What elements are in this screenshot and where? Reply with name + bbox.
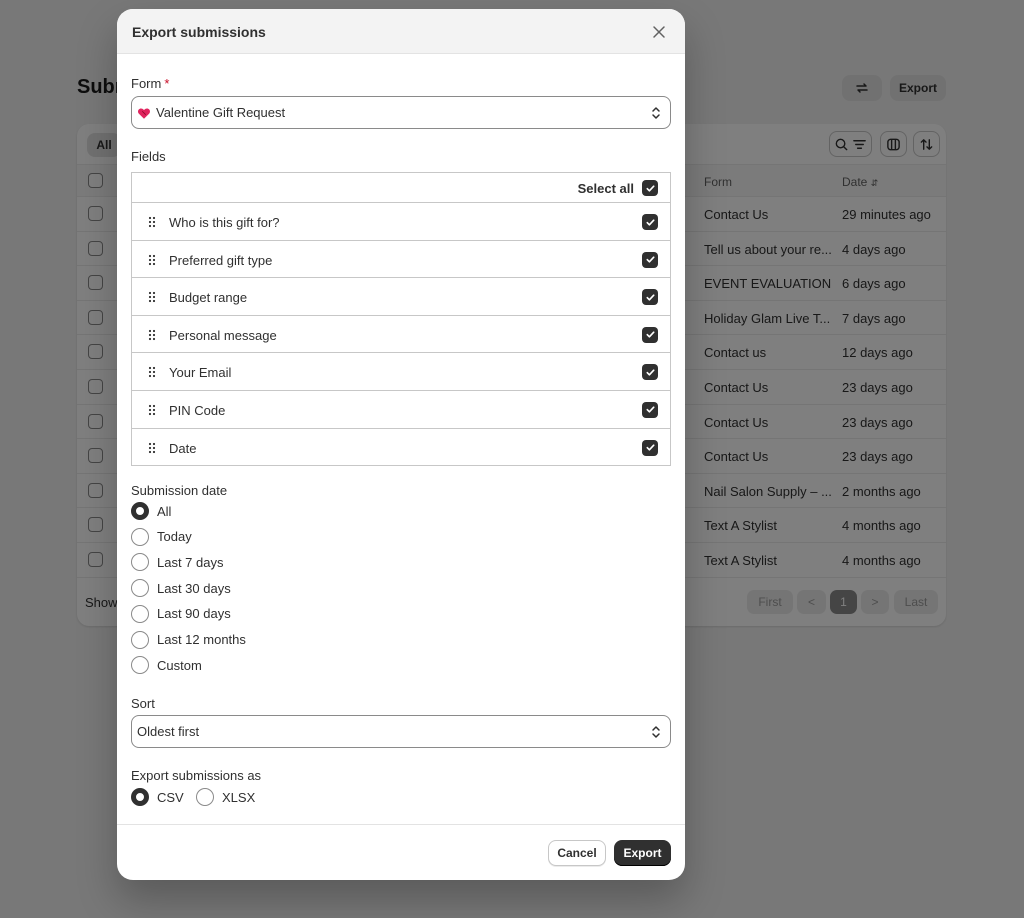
radio-button[interactable] xyxy=(131,656,149,675)
form-label-text: Form xyxy=(131,76,162,91)
select-chevron-icon xyxy=(652,107,660,119)
radio-label: XLSX xyxy=(222,789,256,805)
date-option-last-30-days[interactable]: Last 30 days xyxy=(131,579,231,598)
required-mark: * xyxy=(164,76,170,91)
field-checkbox[interactable] xyxy=(642,439,658,456)
drag-handle-icon[interactable] xyxy=(148,404,156,416)
field-label: PIN Code xyxy=(169,402,226,418)
date-option-last-12-months[interactable]: Last 12 months xyxy=(131,630,246,649)
field-row: Date xyxy=(132,429,670,467)
checkmark-icon xyxy=(645,218,655,226)
radio-label: Custom xyxy=(157,657,202,673)
date-option-today[interactable]: Today xyxy=(131,527,192,546)
sort-select-value: Oldest first xyxy=(137,724,200,739)
fields-label: Fields xyxy=(131,149,166,164)
checkmark-icon xyxy=(645,256,655,263)
field-checkbox[interactable] xyxy=(642,289,658,306)
checkmark-icon xyxy=(645,444,655,451)
modal-header: Export submissions xyxy=(117,9,685,54)
field-checkbox[interactable] xyxy=(642,214,658,230)
format-option-xlsx[interactable]: XLSX xyxy=(196,788,255,806)
export-button[interactable]: Export xyxy=(614,840,671,866)
field-row: Your Email xyxy=(132,353,670,391)
field-checkbox[interactable] xyxy=(642,364,658,381)
radio-label: CSV xyxy=(157,789,184,805)
field-checkbox[interactable] xyxy=(642,326,658,343)
radio-label: Last 12 months xyxy=(157,632,246,647)
field-checkbox[interactable] xyxy=(642,251,658,268)
field-row: Personal message xyxy=(132,316,670,354)
modal-footer: Cancel Export xyxy=(117,824,685,880)
select-all-label: Select all xyxy=(577,181,634,196)
radio-button[interactable] xyxy=(131,502,149,520)
radio-label: Last 30 days xyxy=(157,580,231,596)
checkmark-icon xyxy=(645,294,655,301)
export-as-label: Export submissions as xyxy=(131,768,262,783)
drag-handle-icon[interactable] xyxy=(148,254,156,266)
radio-button[interactable] xyxy=(196,788,214,806)
drag-handle-icon[interactable] xyxy=(148,442,156,454)
sort-select[interactable]: Oldest first xyxy=(131,715,671,748)
form-select-value: Valentine Gift Request xyxy=(156,105,286,120)
cancel-button[interactable]: Cancel xyxy=(548,840,606,866)
checkmark-icon xyxy=(645,406,655,414)
fields-list-header: Select all xyxy=(132,173,670,203)
drag-handle-icon[interactable] xyxy=(148,291,156,303)
checkmark-icon xyxy=(645,184,655,192)
field-row: Budget range xyxy=(132,278,670,316)
date-option-last-7-days[interactable]: Last 7 days xyxy=(131,553,224,572)
field-row: PIN Code xyxy=(132,391,670,429)
field-row: Preferred gift type xyxy=(132,241,670,279)
field-label: Personal message xyxy=(169,327,277,343)
date-option-last-90-days[interactable]: Last 90 days xyxy=(131,604,231,623)
date-option-all[interactable]: All xyxy=(131,502,171,520)
radio-button[interactable] xyxy=(131,527,149,546)
radio-button[interactable] xyxy=(131,630,149,649)
submission-date-label: Submission date xyxy=(131,483,228,498)
format-option-csv[interactable]: CSV xyxy=(131,788,184,806)
sort-label: Sort xyxy=(131,696,155,711)
radio-button[interactable] xyxy=(131,579,149,598)
field-label: Preferred gift type xyxy=(169,252,273,268)
radio-label: Last 90 days xyxy=(157,606,231,622)
field-label: Your Email xyxy=(169,365,232,381)
form-select[interactable]: Valentine Gift Request xyxy=(131,96,671,129)
radio-label: Today xyxy=(157,529,192,545)
radio-button[interactable] xyxy=(131,604,149,623)
close-icon xyxy=(653,26,665,38)
select-all-checkbox[interactable] xyxy=(642,180,658,196)
field-label: Who is this gift for? xyxy=(169,215,280,230)
radio-label: Last 7 days xyxy=(157,554,224,570)
date-option-custom[interactable]: Custom xyxy=(131,656,202,675)
drag-handle-icon[interactable] xyxy=(148,216,156,228)
modal-title: Export submissions xyxy=(132,24,266,40)
select-chevron-icon xyxy=(652,726,660,738)
checkmark-icon xyxy=(645,331,655,338)
radio-button[interactable] xyxy=(131,553,149,572)
field-label: Date xyxy=(169,440,197,456)
form-label: Form * xyxy=(131,76,169,91)
export-modal: Export submissions Form * Valentine Gift … xyxy=(117,9,685,880)
field-checkbox[interactable] xyxy=(642,401,658,418)
drag-handle-icon[interactable] xyxy=(148,366,156,378)
heart-icon xyxy=(138,108,150,119)
drag-handle-icon[interactable] xyxy=(148,329,156,341)
fields-list: Select all Who is this gift for? Preferre… xyxy=(131,172,671,466)
checkmark-icon xyxy=(645,369,655,376)
radio-button[interactable] xyxy=(131,788,149,806)
field-label: Budget range xyxy=(169,290,248,306)
field-row: Who is this gift for? xyxy=(132,203,670,241)
close-button[interactable] xyxy=(647,20,671,44)
radio-label: All xyxy=(157,503,172,519)
